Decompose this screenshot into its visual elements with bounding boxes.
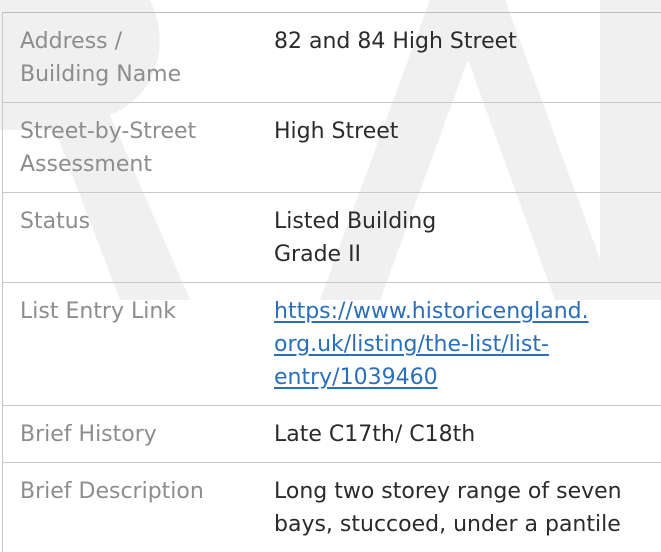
table-row: Brief Description Long two storey range … xyxy=(3,463,661,552)
link-line[interactable]: entry/1039460 xyxy=(274,361,661,394)
row-label: Address / Building Name xyxy=(3,13,273,103)
label-line: Street-by-Street xyxy=(20,115,272,148)
row-value: Late C17th/ C18th xyxy=(272,406,661,463)
value-line: bays, stuccoed, under a pantile xyxy=(274,508,661,541)
table-row: Brief History Late C17th/ C18th xyxy=(3,406,661,463)
table-row: List Entry Link https://www.historicengl… xyxy=(3,283,661,406)
label-line: List Entry Link xyxy=(20,295,272,328)
row-label: List Entry Link xyxy=(3,283,273,406)
label-line: Status xyxy=(20,205,272,238)
label-line: Assessment xyxy=(20,148,272,181)
link-line[interactable]: org.uk/listing/the-list/list- xyxy=(274,328,661,361)
row-label: Brief Description xyxy=(3,463,273,552)
row-value: https://www.historicengland. org.uk/list… xyxy=(272,283,661,406)
value-line: 82 and 84 High Street xyxy=(274,25,661,58)
value-line: Long two storey range of seven xyxy=(274,475,661,508)
row-label: Brief History xyxy=(3,406,273,463)
label-line: Building Name xyxy=(20,58,272,91)
row-label: Street-by-Street Assessment xyxy=(3,103,273,193)
value-line: Listed Building xyxy=(274,205,661,238)
row-value: High Street xyxy=(272,103,661,193)
list-entry-link[interactable]: https://www.historicengland. org.uk/list… xyxy=(274,295,661,394)
value-line: High Street xyxy=(274,115,661,148)
listing-record-table: Address / Building Name 82 and 84 High S… xyxy=(2,12,661,552)
label-line: Address / xyxy=(20,25,272,58)
label-line: Brief Description xyxy=(20,475,272,508)
table-row: Street-by-Street Assessment High Street xyxy=(3,103,661,193)
value-line: Grade II xyxy=(274,238,661,271)
row-value: 82 and 84 High Street xyxy=(272,13,661,103)
label-line: Brief History xyxy=(20,418,272,451)
row-label: Status xyxy=(3,193,273,283)
table-row: Address / Building Name 82 and 84 High S… xyxy=(3,13,661,103)
row-value: Listed Building Grade II xyxy=(272,193,661,283)
row-value: Long two storey range of seven bays, stu… xyxy=(272,463,661,552)
table-row: Status Listed Building Grade II xyxy=(3,193,661,283)
link-line[interactable]: https://www.historicengland. xyxy=(274,295,661,328)
value-line: Late C17th/ C18th xyxy=(274,418,661,451)
